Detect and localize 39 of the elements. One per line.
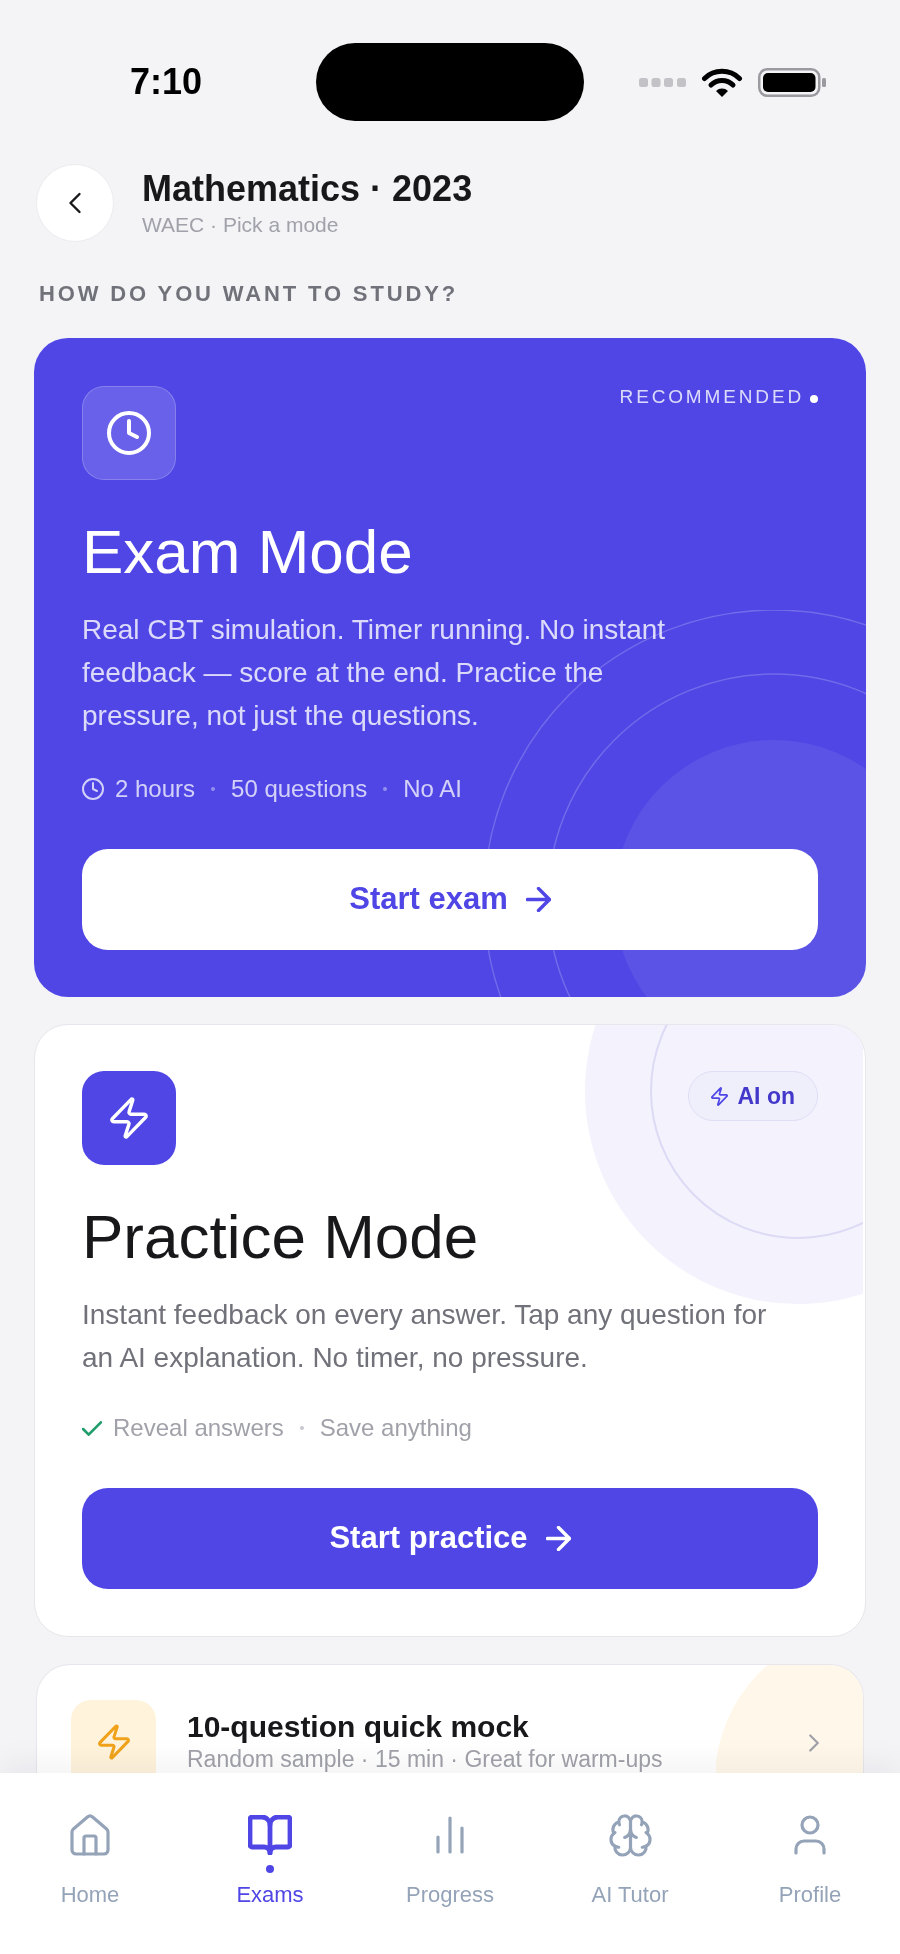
meta-text: Reveal answers xyxy=(113,1414,284,1442)
start-exam-button[interactable]: Start exam xyxy=(82,849,818,950)
shortcut-subtitle: Random sample · 15 min · Great for warm-ups xyxy=(187,1747,663,1772)
bar-chart-icon xyxy=(436,1816,464,1854)
bolt-icon xyxy=(82,1071,176,1165)
chevron-left-icon xyxy=(68,192,82,214)
badge-label: AI on xyxy=(737,1082,795,1110)
clock-icon xyxy=(82,386,176,480)
bolt-icon xyxy=(71,1700,156,1773)
nav-tab[interactable]: Exams xyxy=(180,1773,360,1954)
meta-text: 2 hours xyxy=(115,775,196,803)
chevron-right-icon xyxy=(809,1734,819,1752)
mode-description: Instant feedback on every answer. Tap any question for an AI explanation. No timer, no pressure. xyxy=(82,1298,768,1375)
brain-icon xyxy=(608,1813,652,1857)
status-time: 7:10 xyxy=(130,64,203,100)
mode-description: Real CBT simulation. Timer running. No instant feedback — score at the end. Practice the pressure, not just the questions. xyxy=(82,613,667,733)
bolt-icon xyxy=(710,1086,728,1106)
signal-icon xyxy=(639,77,686,87)
arrow-right-icon xyxy=(545,1526,571,1551)
person-icon xyxy=(794,1815,826,1855)
section-heading: HOW DO YOU WANT TO STUDY? xyxy=(39,283,459,305)
meta-text: Save anything xyxy=(319,1414,472,1442)
page-title: Mathematics · 2023 xyxy=(142,168,473,209)
clock-icon xyxy=(82,778,104,800)
start-practice-button[interactable]: Start practice xyxy=(82,1488,818,1589)
check-icon xyxy=(82,1420,102,1436)
mode-title: Practice Mode xyxy=(82,1203,479,1271)
arrow-right-icon xyxy=(525,887,551,912)
meta-text: No AI xyxy=(403,775,462,803)
page-subtitle: WAEC · Pick a mode xyxy=(142,211,339,238)
meta-text: 50 questions xyxy=(231,775,368,803)
shortcut-title: 10-question quick mock xyxy=(187,1710,529,1744)
battery-icon xyxy=(758,67,826,97)
mode-title: Exam Mode xyxy=(82,518,413,586)
badge-label: RECOMMENDED xyxy=(619,385,804,409)
home-icon xyxy=(70,1814,110,1856)
quick-mock-card[interactable]: 10-question quick mock Random sample · 15 min · Great for warm-ups xyxy=(36,1664,864,1773)
wifi-icon xyxy=(701,67,743,97)
book-icon xyxy=(248,1815,292,1855)
